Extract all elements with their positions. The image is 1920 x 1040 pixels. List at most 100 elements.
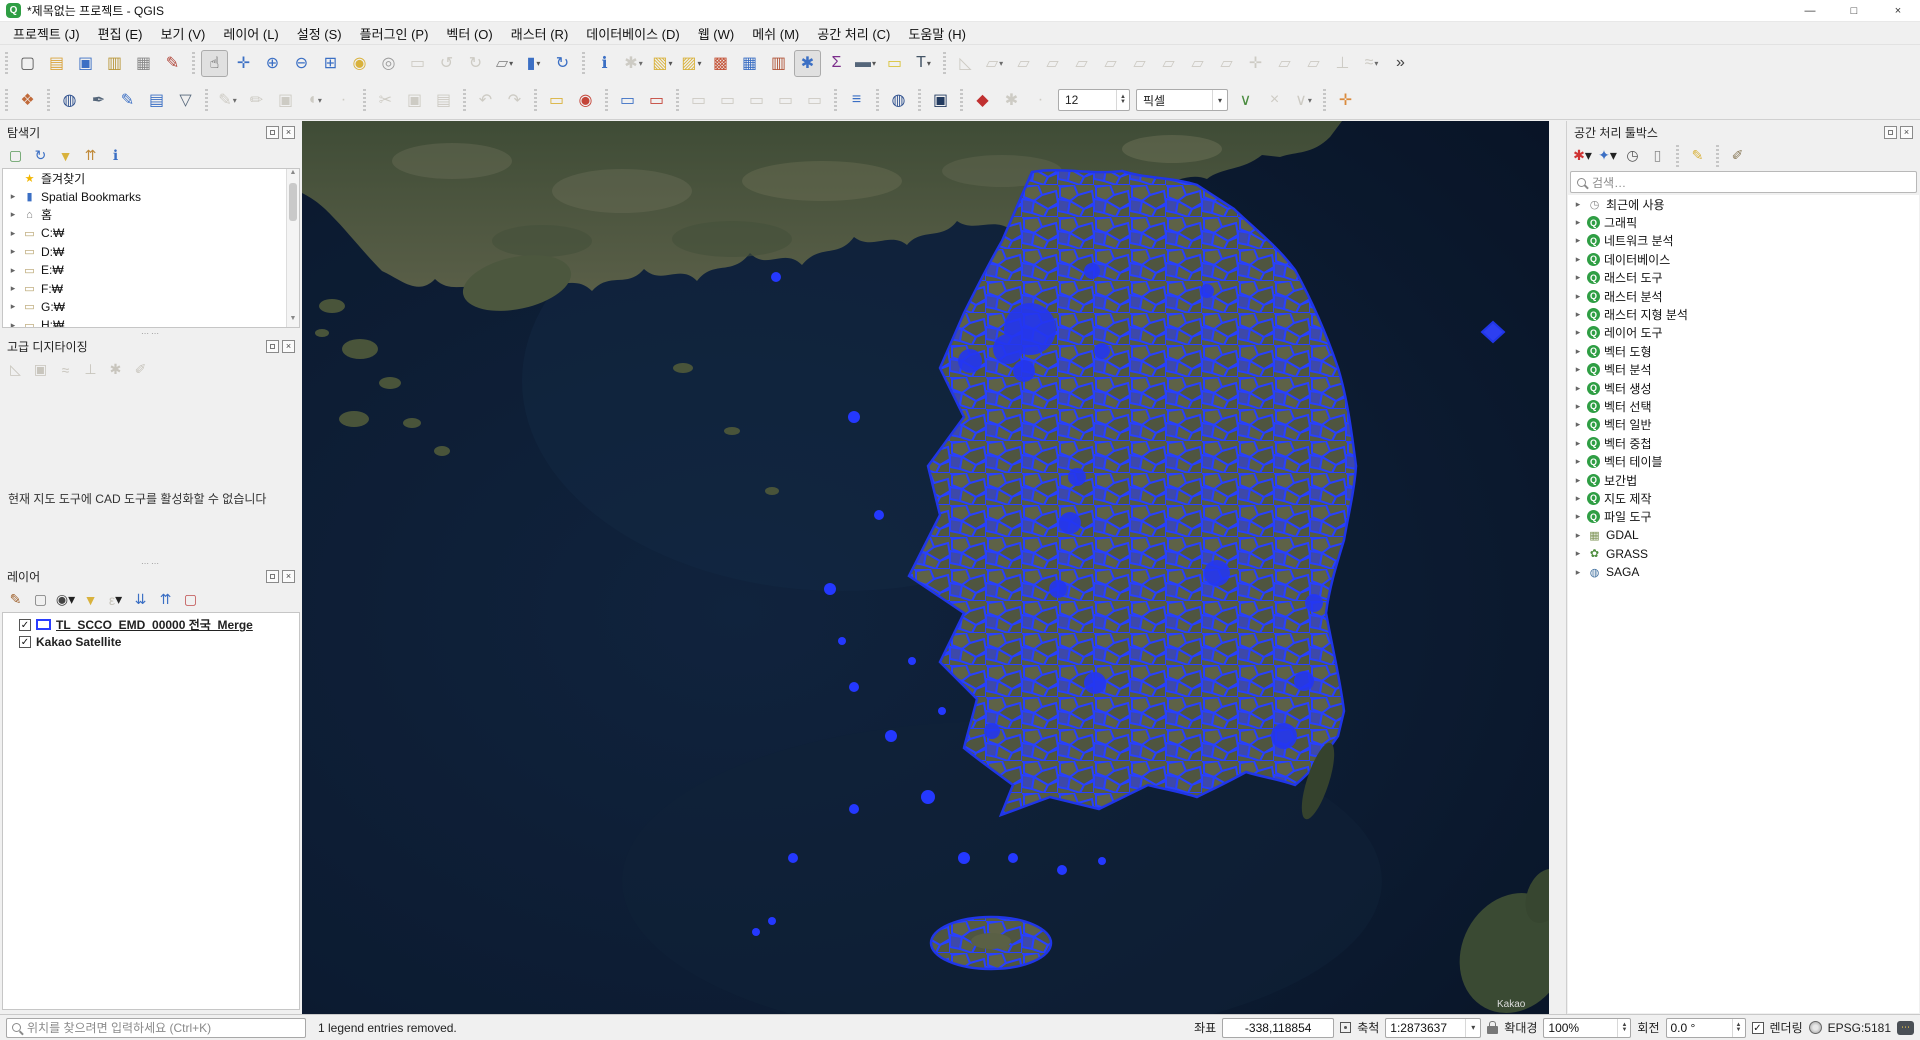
map-canvas[interactable]: Kakao: [302, 121, 1549, 1014]
chevron-down-icon[interactable]: ▾: [1212, 90, 1227, 110]
toolbar-grip[interactable]: [960, 89, 963, 111]
processing-close-button[interactable]: ×: [1900, 126, 1913, 139]
browser-close-button[interactable]: ×: [282, 126, 295, 139]
expand-arrow-icon[interactable]: ▸: [1573, 511, 1583, 522]
message-log-icon[interactable]: ⋯: [1897, 1021, 1914, 1035]
new-shapefile-layer-icon[interactable]: ✒: [85, 87, 112, 114]
save-project-icon[interactable]: ▣: [72, 50, 99, 77]
chevron-down-icon[interactable]: ▾: [1308, 96, 1312, 105]
chevron-down-icon[interactable]: ▾: [318, 96, 322, 105]
chevron-down-icon[interactable]: ▾: [536, 59, 540, 68]
edit-features-in-place-icon[interactable]: ✎: [1686, 144, 1709, 167]
processing-group-18[interactable]: ▸▦GDAL: [1568, 526, 1919, 544]
expand-arrow-icon[interactable]: ▸: [1573, 309, 1583, 320]
statistical-summary-icon[interactable]: Σ: [823, 50, 850, 77]
select-features-by-value-icon[interactable]: ▨▾: [678, 50, 705, 77]
expand-arrow-icon[interactable]: ▸: [1573, 475, 1583, 486]
map-canvas-svg[interactable]: Kakao: [302, 121, 1549, 1014]
zoom-full-icon[interactable]: ⊞: [317, 50, 344, 77]
text-annotation-icon[interactable]: T▾: [910, 50, 937, 77]
filter-browser-icon[interactable]: ▼: [54, 144, 77, 167]
map-tips-icon[interactable]: ▭: [881, 50, 908, 77]
toolbar-grip[interactable]: [192, 52, 195, 74]
expand-arrow-icon[interactable]: ▸: [8, 320, 18, 328]
dock-splitter[interactable]: [1549, 121, 1566, 1014]
expand-arrow-icon[interactable]: ▸: [1573, 291, 1583, 302]
toolbar-grip[interactable]: [918, 89, 921, 111]
collapse-all-icon[interactable]: ⇈: [79, 144, 102, 167]
expand-arrow-icon[interactable]: ▸: [1573, 438, 1583, 449]
collapse-all-layers-icon[interactable]: ⇈: [154, 588, 177, 611]
minimize-button[interactable]: —: [1788, 0, 1832, 21]
toolbar-overflow-icon[interactable]: »: [1387, 50, 1414, 77]
deselect-features-icon[interactable]: ▩: [707, 50, 734, 77]
expand-arrow-icon[interactable]: ▸: [1573, 199, 1583, 210]
menu-item-7[interactable]: 래스터 (R): [502, 22, 578, 45]
remove-layer-icon[interactable]: ▢: [179, 588, 202, 611]
toolbar-grip[interactable]: [605, 89, 608, 111]
toolbar-grip[interactable]: [205, 89, 208, 111]
label-unit-combo[interactable]: 픽셀▾: [1136, 89, 1228, 111]
cad-float-button[interactable]: [266, 340, 279, 353]
menu-item-9[interactable]: 웹 (W): [689, 22, 744, 45]
chevron-down-icon[interactable]: ▾: [1610, 147, 1617, 164]
toolbar-grip[interactable]: [834, 89, 837, 111]
zoom-to-layer-icon[interactable]: ◎: [375, 50, 402, 77]
field-calculator-icon[interactable]: ▥: [765, 50, 792, 77]
browser-item-0[interactable]: ★즐겨찾기: [3, 169, 299, 187]
layers-float-button[interactable]: [266, 570, 279, 583]
zoom-out-icon[interactable]: ⊖: [288, 50, 315, 77]
processing-group-4[interactable]: ▸Q래스터 도구: [1568, 269, 1919, 287]
toolbar-grip[interactable]: [876, 89, 879, 111]
processing-group-15[interactable]: ▸Q보간법: [1568, 471, 1919, 489]
browser-item-1[interactable]: ▸▮Spatial Bookmarks: [3, 187, 299, 205]
toolbar-grip[interactable]: [676, 89, 679, 111]
chevron-down-icon[interactable]: ▾: [115, 591, 122, 608]
toolbar-grip[interactable]: [1323, 89, 1326, 111]
chevron-down-icon[interactable]: ▾: [639, 59, 643, 68]
toolbar-grip[interactable]: [534, 89, 537, 111]
open-attribute-table-icon[interactable]: ▦: [736, 50, 763, 77]
expand-all-icon[interactable]: ⇊: [129, 588, 152, 611]
expand-arrow-icon[interactable]: ▸: [1573, 364, 1583, 375]
highlight-unplaced-labels-icon[interactable]: ▭: [643, 87, 670, 114]
properties-widget-icon[interactable]: ℹ: [104, 144, 127, 167]
processing-group-12[interactable]: ▸Q벡터 일반: [1568, 416, 1919, 434]
processing-float-button[interactable]: [1884, 126, 1897, 139]
toolbar-grip[interactable]: [363, 89, 366, 111]
expand-arrow-icon[interactable]: ▸: [8, 209, 18, 220]
expand-arrow-icon[interactable]: ▸: [1573, 217, 1583, 228]
expand-arrow-icon[interactable]: ▸: [1573, 383, 1583, 394]
layer-labeling-options-icon[interactable]: ▭: [543, 87, 570, 114]
crosshair-tool-icon[interactable]: ✛: [1332, 87, 1359, 114]
expand-arrow-icon[interactable]: ▸: [1573, 327, 1583, 338]
chevron-down-icon[interactable]: ▾: [669, 59, 673, 68]
toolbar-grip[interactable]: [47, 89, 50, 111]
menu-item-10[interactable]: 메쉬 (M): [743, 22, 808, 45]
open-project-icon[interactable]: ▤: [43, 50, 70, 77]
expand-arrow-icon[interactable]: ▸: [1573, 346, 1583, 357]
chevron-down-icon[interactable]: ▾: [872, 59, 876, 68]
processing-group-1[interactable]: ▸Q그래픽: [1568, 213, 1919, 231]
expand-arrow-icon[interactable]: ▸: [1573, 548, 1583, 559]
spinner-arrows-icon[interactable]: ▲▼: [1116, 90, 1129, 110]
python-scripts-icon[interactable]: ✦▾: [1596, 144, 1619, 167]
expand-arrow-icon[interactable]: ▸: [1573, 401, 1583, 412]
processing-group-16[interactable]: ▸Q지도 제작: [1568, 489, 1919, 507]
processing-group-7[interactable]: ▸Q레이어 도구: [1568, 324, 1919, 342]
results-viewer-icon[interactable]: ▯: [1646, 144, 1669, 167]
processing-group-11[interactable]: ▸Q벡터 선택: [1568, 397, 1919, 415]
processing-group-6[interactable]: ▸Q래스터 지형 분석: [1568, 305, 1919, 323]
expand-arrow-icon[interactable]: ▸: [8, 191, 18, 202]
manage-map-themes-icon[interactable]: ◉▾: [54, 588, 77, 611]
expand-arrow-icon[interactable]: ▸: [8, 246, 18, 257]
extents-icon[interactable]: [1340, 1022, 1351, 1033]
browser-item-3[interactable]: ▸▭C:₩: [3, 224, 299, 242]
add-selected-layers-icon[interactable]: ▢: [4, 144, 27, 167]
new-geopackage-layer-icon[interactable]: ✎: [114, 87, 141, 114]
processing-group-17[interactable]: ▸Q파일 도구: [1568, 508, 1919, 526]
browser-item-6[interactable]: ▸▭F:₩: [3, 279, 299, 297]
menu-item-12[interactable]: 도움말 (H): [899, 22, 975, 45]
new-map-view-icon[interactable]: ▱▾: [491, 50, 518, 77]
select-features-icon[interactable]: ▧▾: [649, 50, 676, 77]
